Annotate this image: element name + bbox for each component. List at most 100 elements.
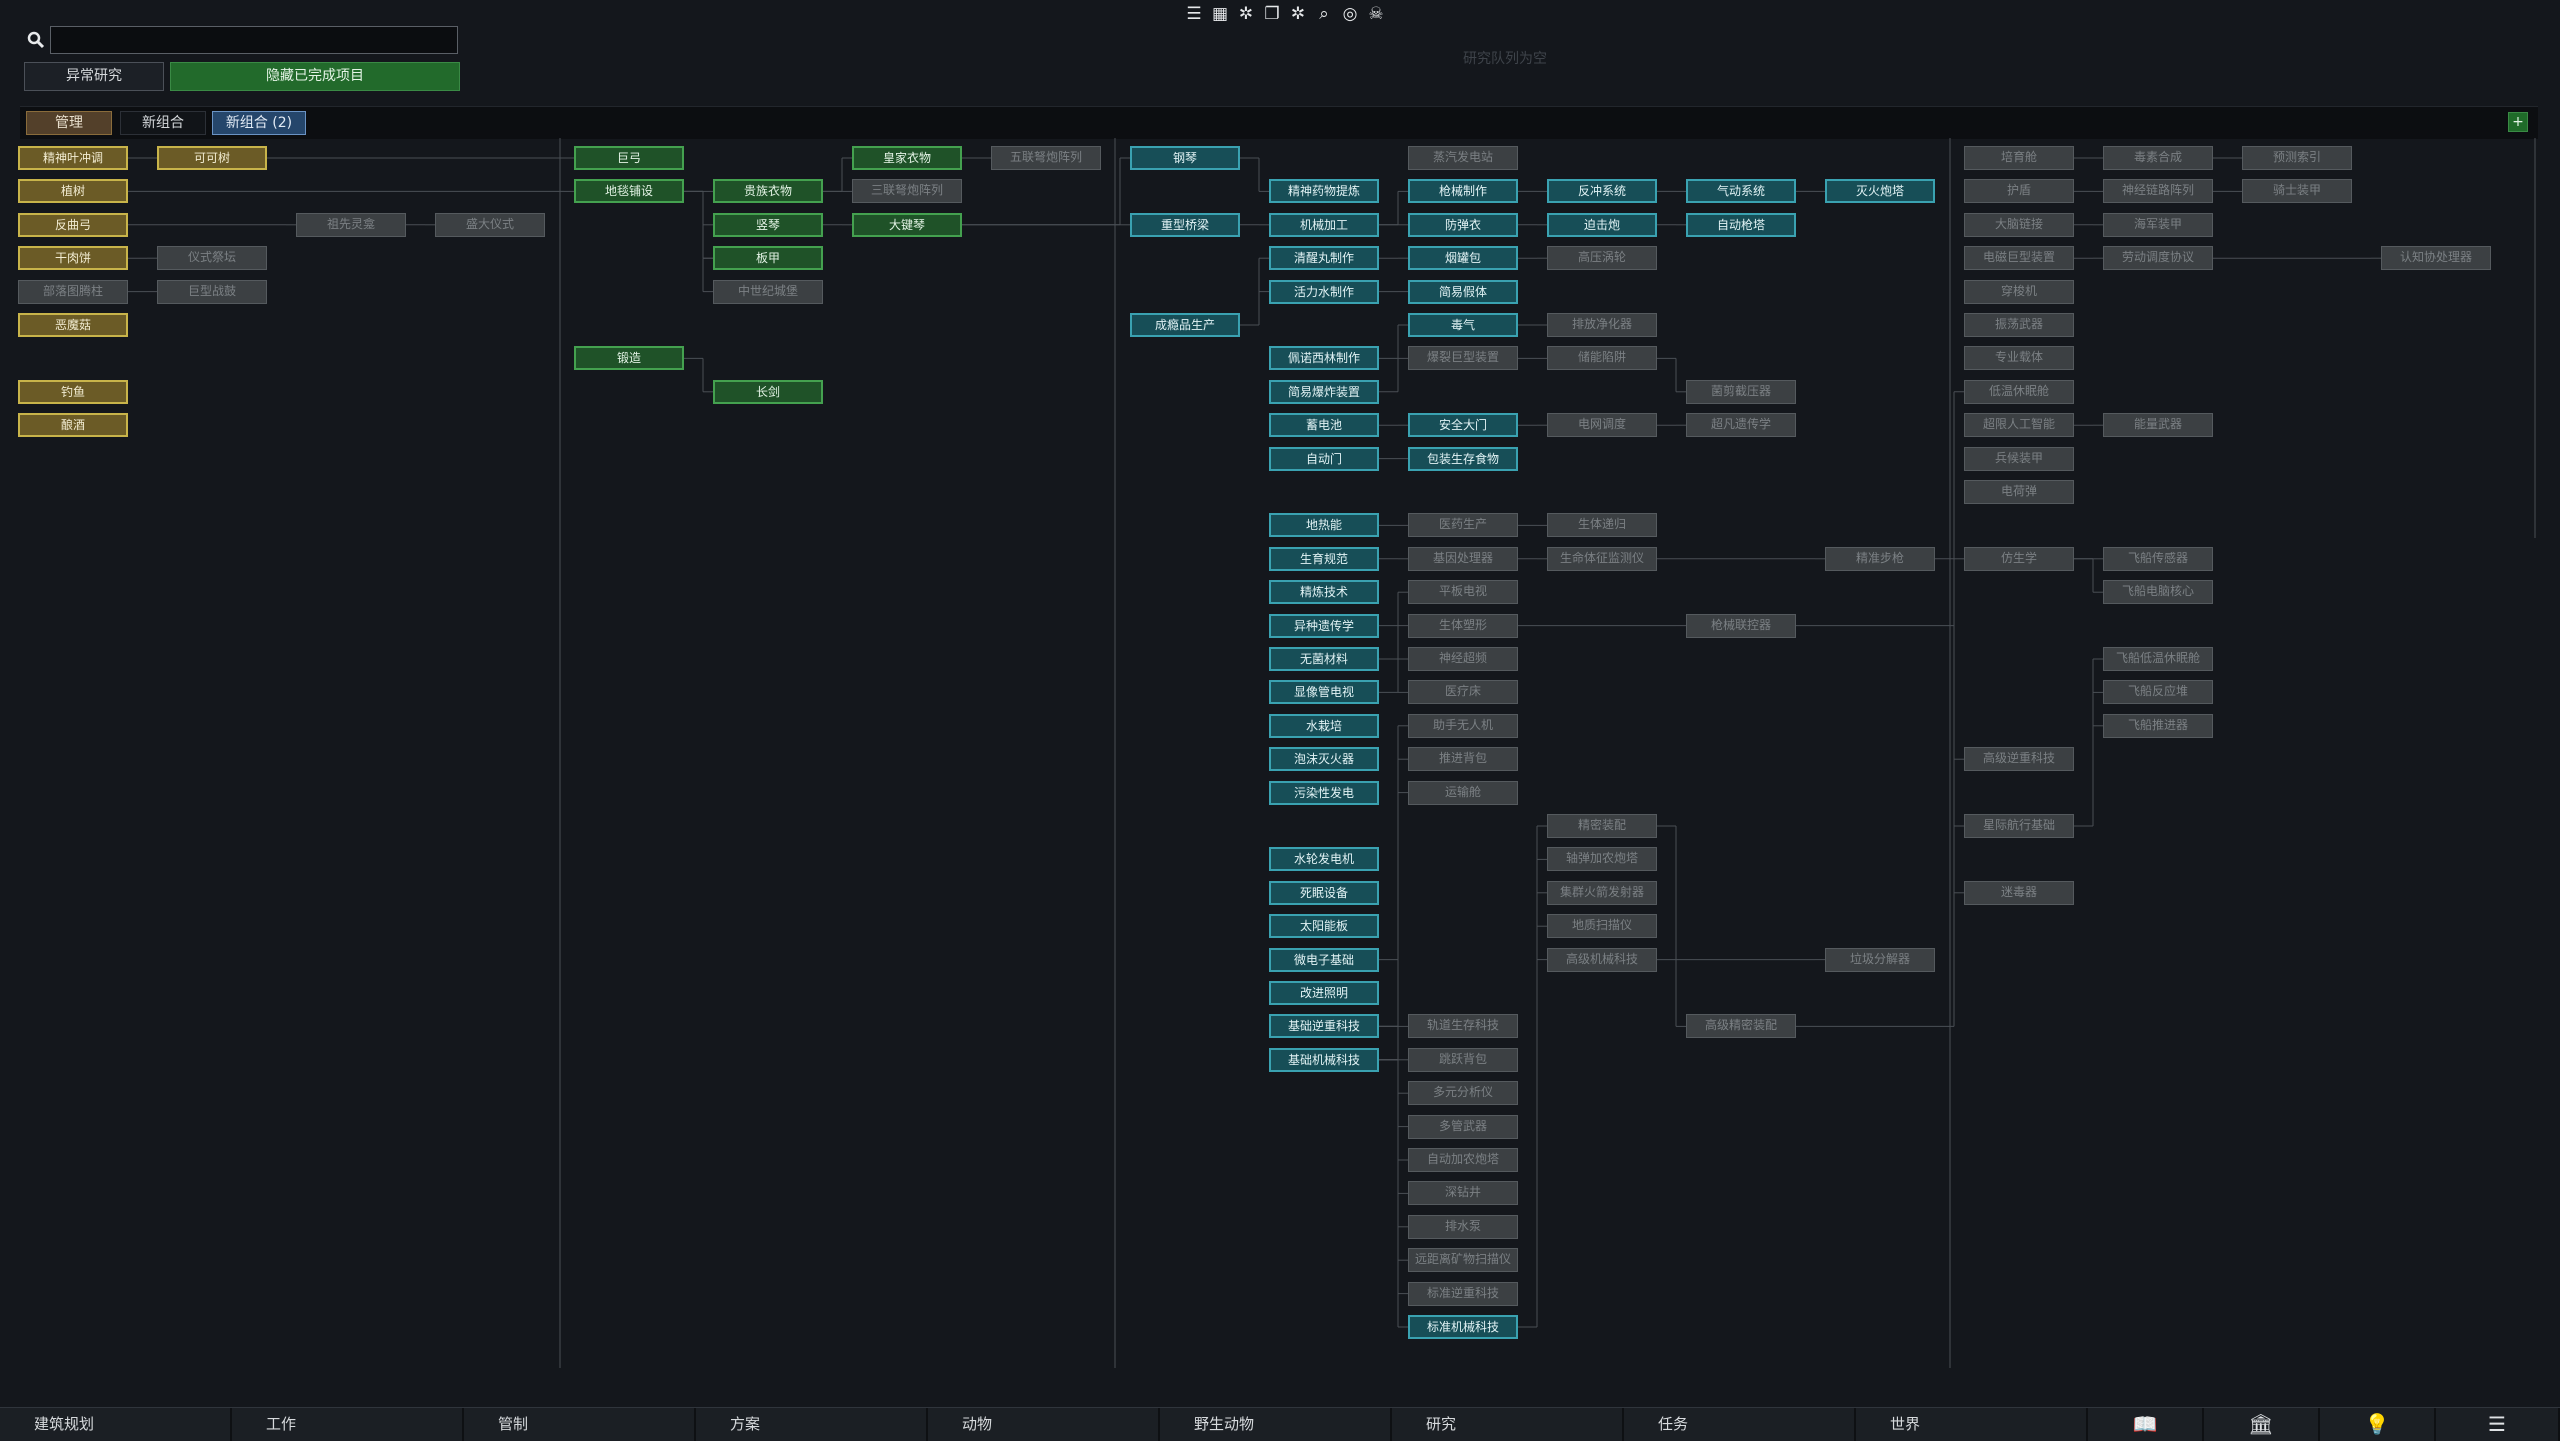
target-icon[interactable]: ◎ — [1340, 4, 1360, 24]
research-node-n55[interactable]: 防弹衣 — [1408, 212, 1518, 237]
research-node-n75[interactable]: 自动加农炮塔 — [1408, 1148, 1518, 1172]
research-node-n56[interactable]: 烟罐包 — [1408, 246, 1518, 271]
tab-new-group[interactable]: 新组合 — [120, 111, 206, 135]
research-node-n104[interactable]: 护盾 — [1964, 179, 2074, 204]
research-node-n14[interactable]: 巨弓 — [574, 146, 684, 170]
research-node-n17[interactable]: 贵族衣物 — [713, 179, 823, 204]
research-node-n34[interactable]: 简易爆炸装置 — [1269, 379, 1379, 404]
table-icon[interactable]: ▦ — [1210, 4, 1230, 24]
research-node-n82[interactable]: 迫击炮 — [1547, 212, 1657, 237]
research-node-n92[interactable]: 地质扫描仪 — [1547, 914, 1657, 939]
research-node-n106[interactable]: 电磁巨型装置 — [1964, 246, 2074, 271]
research-node-n74[interactable]: 多管武器 — [1408, 1114, 1518, 1139]
research-node-n98[interactable]: 枪械联控器 — [1686, 613, 1796, 638]
research-node-n69[interactable]: 推进背包 — [1408, 747, 1518, 772]
research-node-n53[interactable]: 蒸汽发电站 — [1408, 146, 1518, 170]
bottom-tab-3[interactable]: 方案 — [696, 1408, 928, 1441]
research-node-n62[interactable]: 医药生产 — [1408, 513, 1518, 538]
research-node-n20[interactable]: 中世纪城堡 — [713, 279, 823, 304]
research-node-n116[interactable]: 星际航行基础 — [1964, 814, 2074, 838]
research-node-n112[interactable]: 兵候装甲 — [1964, 446, 2074, 471]
research-node-n102[interactable]: 垃圾分解器 — [1825, 947, 1935, 972]
research-node-n101[interactable]: 精准步枪 — [1825, 546, 1935, 571]
research-node-n85[interactable]: 储能陷阱 — [1547, 346, 1657, 371]
research-node-n79[interactable]: 标准逆重科技 — [1408, 1281, 1518, 1306]
research-node-n94[interactable]: 气动系统 — [1686, 179, 1796, 204]
research-node-n43[interactable]: 水栽培 — [1269, 713, 1379, 738]
research-node-n81[interactable]: 反冲系统 — [1547, 179, 1657, 204]
search-input[interactable] — [50, 26, 458, 54]
research-node-n127[interactable]: 飞船推进器 — [2103, 713, 2213, 738]
research-node-n126[interactable]: 飞船反应堆 — [2103, 680, 2213, 705]
research-node-n52[interactable]: 基础机械科技 — [1269, 1047, 1379, 1072]
research-node-n76[interactable]: 深钻井 — [1408, 1181, 1518, 1206]
research-node-n89[interactable]: 精密装配 — [1547, 814, 1657, 838]
book-icon[interactable]: 📖 — [2088, 1408, 2204, 1441]
research-node-n114[interactable]: 仿生学 — [1964, 546, 2074, 571]
research-node-n72[interactable]: 跳跃背包 — [1408, 1047, 1518, 1072]
research-node-n60[interactable]: 安全大门 — [1408, 413, 1518, 438]
gear-icon[interactable]: ✲ — [1288, 4, 1308, 24]
magnifier-icon[interactable]: ⌕ — [1314, 4, 1334, 24]
tab-new-group-2[interactable]: 新组合 (2) — [212, 111, 306, 135]
research-node-n3[interactable]: 反曲弓 — [18, 212, 128, 237]
research-node-n26[interactable]: 钢琴 — [1130, 146, 1240, 170]
research-node-n123[interactable]: 飞船传感器 — [2103, 546, 2213, 571]
research-node-n86[interactable]: 电网调度 — [1547, 413, 1657, 438]
bottom-tab-4[interactable]: 动物 — [928, 1408, 1160, 1441]
research-node-n50[interactable]: 改进照明 — [1269, 981, 1379, 1005]
research-node-n80[interactable]: 标准机械科技 — [1408, 1315, 1518, 1339]
research-node-n41[interactable]: 无菌材料 — [1269, 647, 1379, 671]
research-node-n83[interactable]: 高压涡轮 — [1547, 246, 1657, 271]
research-node-n33[interactable]: 佩诺西林制作 — [1269, 346, 1379, 371]
research-node-n117[interactable]: 迷毒器 — [1964, 880, 2074, 905]
research-node-n125[interactable]: 飞船低温休眠舱 — [2103, 647, 2213, 671]
research-node-n22[interactable]: 皇家衣物 — [852, 146, 962, 170]
research-node-n48[interactable]: 太阳能板 — [1269, 914, 1379, 939]
bottom-tab-5[interactable]: 野生动物 — [1160, 1408, 1392, 1441]
research-node-n51[interactable]: 基础逆重科技 — [1269, 1014, 1379, 1039]
research-node-n8[interactable]: 酿酒 — [18, 413, 128, 438]
research-node-n16[interactable]: 锻造 — [574, 346, 684, 371]
research-node-n78[interactable]: 远距离矿物扫描仪 — [1408, 1248, 1518, 1273]
research-node-n28[interactable]: 成瘾品生产 — [1130, 313, 1240, 337]
research-node-n9[interactable]: 可可树 — [157, 146, 267, 170]
research-node-n39[interactable]: 精炼技术 — [1269, 580, 1379, 605]
research-node-n103[interactable]: 培育舱 — [1964, 146, 2074, 170]
research-node-n49[interactable]: 微电子基础 — [1269, 947, 1379, 972]
research-node-n29[interactable]: 精神药物提炼 — [1269, 179, 1379, 204]
research-node-n71[interactable]: 轨道生存科技 — [1408, 1014, 1518, 1039]
research-node-n73[interactable]: 多元分析仪 — [1408, 1081, 1518, 1106]
research-node-n12[interactable]: 祖先灵龛 — [296, 212, 406, 237]
gear-icon[interactable]: ✲ — [1236, 4, 1256, 24]
research-node-n90[interactable]: 轴弹加农炮塔 — [1547, 847, 1657, 872]
research-node-n77[interactable]: 排水泵 — [1408, 1214, 1518, 1239]
research-node-n128[interactable]: 预测索引 — [2242, 146, 2352, 170]
research-node-n110[interactable]: 低温休眠舱 — [1964, 379, 2074, 404]
research-node-n18[interactable]: 竖琴 — [713, 212, 823, 237]
research-node-n32[interactable]: 活力水制作 — [1269, 279, 1379, 304]
research-node-n57[interactable]: 简易假体 — [1408, 279, 1518, 304]
research-node-n47[interactable]: 死眠设备 — [1269, 880, 1379, 905]
research-node-n105[interactable]: 大脑链接 — [1964, 212, 2074, 237]
research-node-n111[interactable]: 超限人工智能 — [1964, 413, 2074, 438]
research-tree[interactable]: 精神叶冲调 植树 反曲弓 干肉饼 部落图腾柱 恶魔菇 钓鱼 酿酒 可可树 仪式祭坛 巨型战鼓 祖先灵龛… — [0, 138, 2560, 1400]
museum-icon[interactable]: 🏛 — [2204, 1408, 2320, 1441]
bottom-tab-8[interactable]: 世界 — [1856, 1408, 2088, 1441]
research-node-n96[interactable]: 菌剪截压器 — [1686, 379, 1796, 404]
research-node-n66[interactable]: 神经超频 — [1408, 647, 1518, 671]
research-node-n15[interactable]: 地毯铺设 — [574, 179, 684, 204]
research-node-n64[interactable]: 平板电视 — [1408, 580, 1518, 605]
research-node-n87[interactable]: 生体递归 — [1547, 513, 1657, 538]
research-node-n13[interactable]: 盛大仪式 — [435, 212, 545, 237]
layers-icon[interactable]: ❐ — [1262, 4, 1282, 24]
research-node-n130[interactable]: 认知协处理器 — [2381, 246, 2491, 271]
research-node-n24[interactable]: 大键琴 — [852, 212, 962, 237]
research-node-n124[interactable]: 飞船电脑核心 — [2103, 580, 2213, 605]
research-node-n122[interactable]: 能量武器 — [2103, 413, 2213, 438]
tab-manage[interactable]: 管理 — [26, 111, 112, 135]
research-node-n109[interactable]: 专业载体 — [1964, 346, 2074, 371]
research-node-n30[interactable]: 机械加工 — [1269, 212, 1379, 237]
research-node-n23[interactable]: 三联弩炮阵列 — [852, 179, 962, 204]
research-node-n107[interactable]: 穿梭机 — [1964, 279, 2074, 304]
